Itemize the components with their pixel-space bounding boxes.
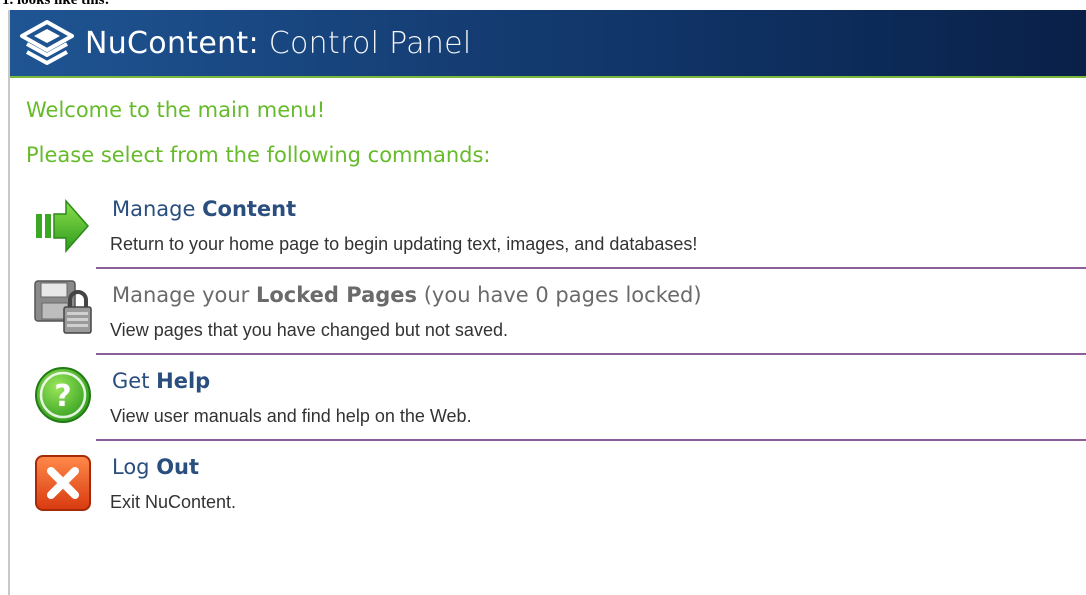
app-brand: NuContent: xyxy=(85,26,259,61)
menu-item-description: View pages that you have changed but not… xyxy=(110,320,508,340)
menu-item-title[interactable]: Manage Content xyxy=(112,195,296,223)
menu-item-description: Exit NuContent. xyxy=(110,492,237,512)
app-subtitle: Control Panel xyxy=(268,26,472,61)
menu-item-description: View user manuals and find help on the W… xyxy=(110,406,472,426)
green-arrow-icon xyxy=(36,199,89,253)
menu-item-description: Return to your home page to begin updati… xyxy=(110,234,698,254)
help-icon: ? xyxy=(35,367,91,423)
frame-border xyxy=(8,10,10,595)
locked-disk-icon xyxy=(34,280,92,334)
page-caption: 1. looks like this: xyxy=(2,0,110,8)
divider xyxy=(96,267,1086,269)
app-title: NuContent: Control Panel xyxy=(85,24,472,64)
welcome-message: Welcome to the main menu! xyxy=(26,98,326,122)
menu-item-title[interactable]: Get Help xyxy=(112,367,210,395)
close-icon xyxy=(35,455,91,511)
divider xyxy=(96,439,1086,441)
divider xyxy=(96,353,1086,355)
svg-text:?: ? xyxy=(54,379,71,414)
header-bar: NuContent: Control Panel xyxy=(10,10,1086,78)
menu-item-title[interactable]: Manage your Locked Pages (you have 0 pag… xyxy=(112,281,702,309)
nucontent-logo-icon xyxy=(20,20,74,65)
menu-item-title[interactable]: Log Out xyxy=(112,453,199,481)
menu-item-log-out[interactable]: Log Out Exit NuContent. xyxy=(24,453,1086,539)
instruction-text: Please select from the following command… xyxy=(26,143,491,167)
